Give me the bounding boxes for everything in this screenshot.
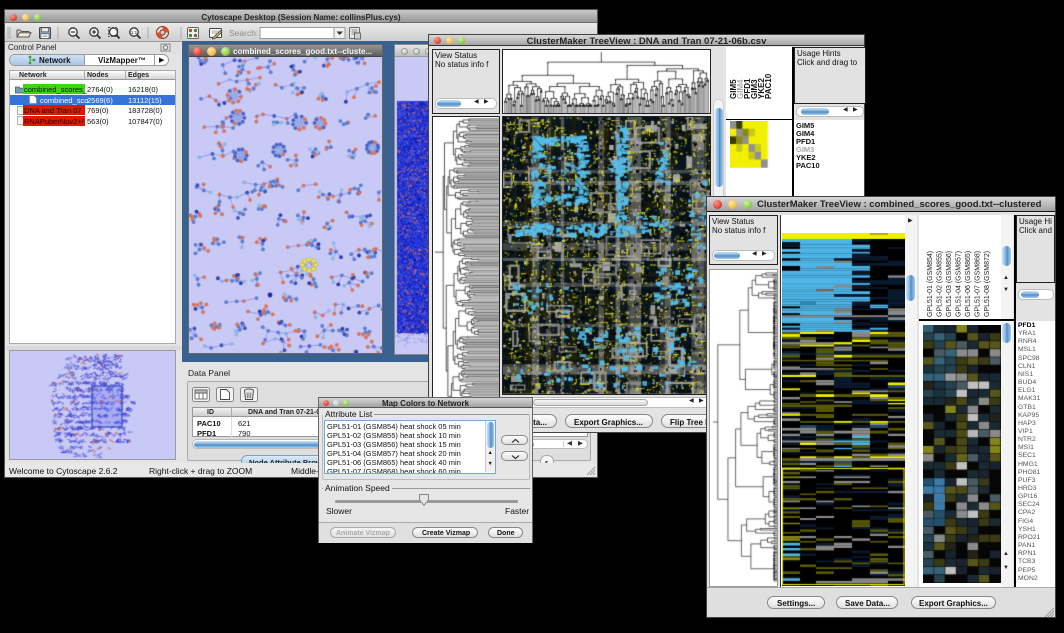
svg-text:GPL51-06 (GSM865): GPL51-06 (GSM865) — [965, 251, 972, 317]
svg-text:PAC10: PAC10 — [764, 73, 773, 99]
svg-text:GPL51-02 (GSM855): GPL51-02 (GSM855) — [937, 251, 944, 317]
svg-text:GPL51-08 (GSM872): GPL51-08 (GSM872) — [984, 251, 991, 317]
svg-text:GPL51-01 (GSM854): GPL51-01 (GSM854) — [927, 251, 934, 317]
svg-text:GPL51-04 (GSM857): GPL51-04 (GSM857) — [956, 251, 963, 317]
svg-text:Search:: Search: — [229, 28, 258, 38]
svg-text:GPL51-03 (GSM856): GPL51-03 (GSM856) — [946, 251, 953, 317]
svg-text:GPL51-07 (GSM868): GPL51-07 (GSM868) — [975, 251, 982, 317]
svg-text:1:1: 1:1 — [131, 30, 138, 35]
